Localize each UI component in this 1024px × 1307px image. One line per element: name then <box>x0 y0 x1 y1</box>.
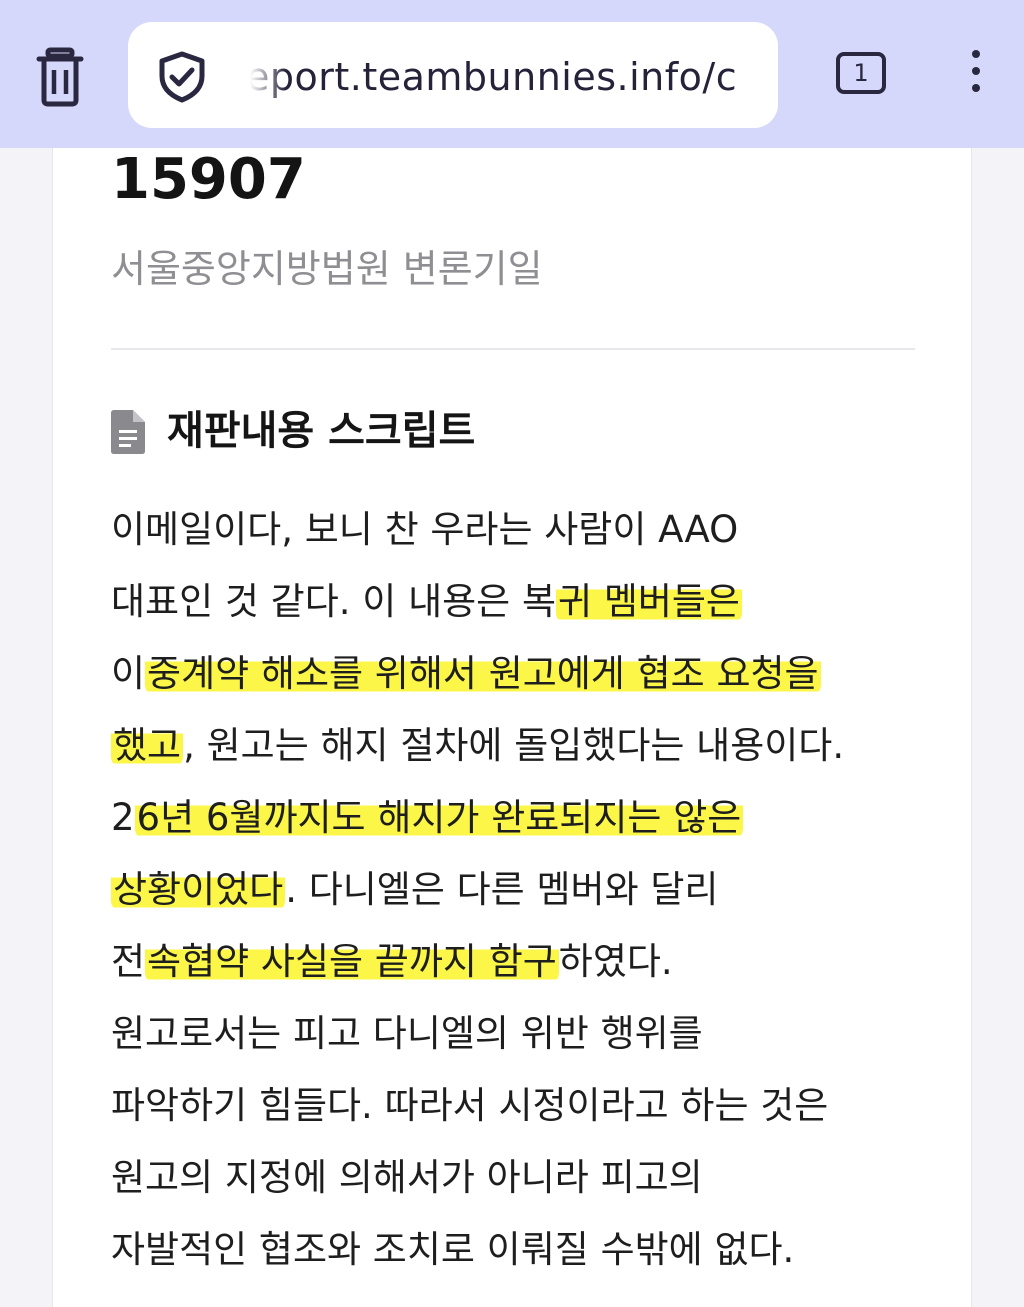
script-line: 대표인 것 같다. 이 내용은 복귀 멤버들은 <box>111 580 742 623</box>
highlighted-text: 귀 멤버들은 <box>556 580 742 623</box>
script-line: 이메일이다, 보니 찬 우라는 사람이 AAO <box>111 508 739 551</box>
content-card: 15907 서울중앙지방법원 변론기일 재판내용 스크립트 이메일이다, 보니 … <box>52 148 972 1307</box>
highlighted-text: 상황이었다 <box>111 868 286 911</box>
tab-switcher-button[interactable]: 1 <box>836 52 886 94</box>
more-vertical-icon[interactable] <box>960 50 992 100</box>
script-text: 이메일이다, 보니 찬 우라는 사람이 AAO 대표인 것 같다. 이 내용은 … <box>111 504 931 1296</box>
address-bar[interactable]: eport.teambunnies.info/c <box>128 22 778 128</box>
trash-icon[interactable] <box>36 44 94 108</box>
script-line: 원고의 지정에 의해서가 아니라 피고의 <box>111 1156 703 1199</box>
divider <box>111 348 915 350</box>
section-title: 재판내용 스크립트 <box>167 408 476 454</box>
case-number: 15907 <box>111 147 306 212</box>
shield-check-icon[interactable] <box>156 50 208 104</box>
script-line: 자발적인 협조와 조치로 이뤄질 수밖에 없다. <box>111 1228 795 1271</box>
document-icon <box>111 410 145 454</box>
highlighted-text: 중계약 해소를 위해서 원고에게 협조 요청을 <box>145 652 821 695</box>
script-line: 했고, 원고는 해지 절차에 돌입했다는 내용이다. <box>111 724 845 767</box>
tab-count: 1 <box>853 59 869 87</box>
script-line: 파악하기 힘들다. 따라서 시정이라고 하는 것은 <box>111 1084 829 1127</box>
browser-toolbar: eport.teambunnies.info/c 1 <box>0 0 1024 148</box>
url-text[interactable]: eport.teambunnies.info/c <box>246 52 776 102</box>
url-fade-right <box>748 22 778 128</box>
highlighted-text: 6년 6월까지도 해지가 완료되지는 않은 <box>134 796 744 839</box>
url-fade-left <box>246 22 286 128</box>
script-line: 26년 6월까지도 해지가 완료되지는 않은 <box>111 796 744 839</box>
script-line: 이중계약 해소를 위해서 원고에게 협조 요청을 <box>111 652 821 695</box>
script-line: 원고로서는 피고 다니엘의 위반 행위를 <box>111 1012 703 1055</box>
script-line: 상황이었다. 다니엘은 다른 멤버와 달리 <box>111 868 719 911</box>
court-name: 서울중앙지방법원 변론기일 <box>111 247 543 291</box>
highlighted-text: 했고 <box>111 724 184 767</box>
script-line: 전속협약 사실을 끝까지 함구하였다. <box>111 940 673 983</box>
highlighted-text: 속협약 사실을 끝까지 함구 <box>145 940 559 983</box>
